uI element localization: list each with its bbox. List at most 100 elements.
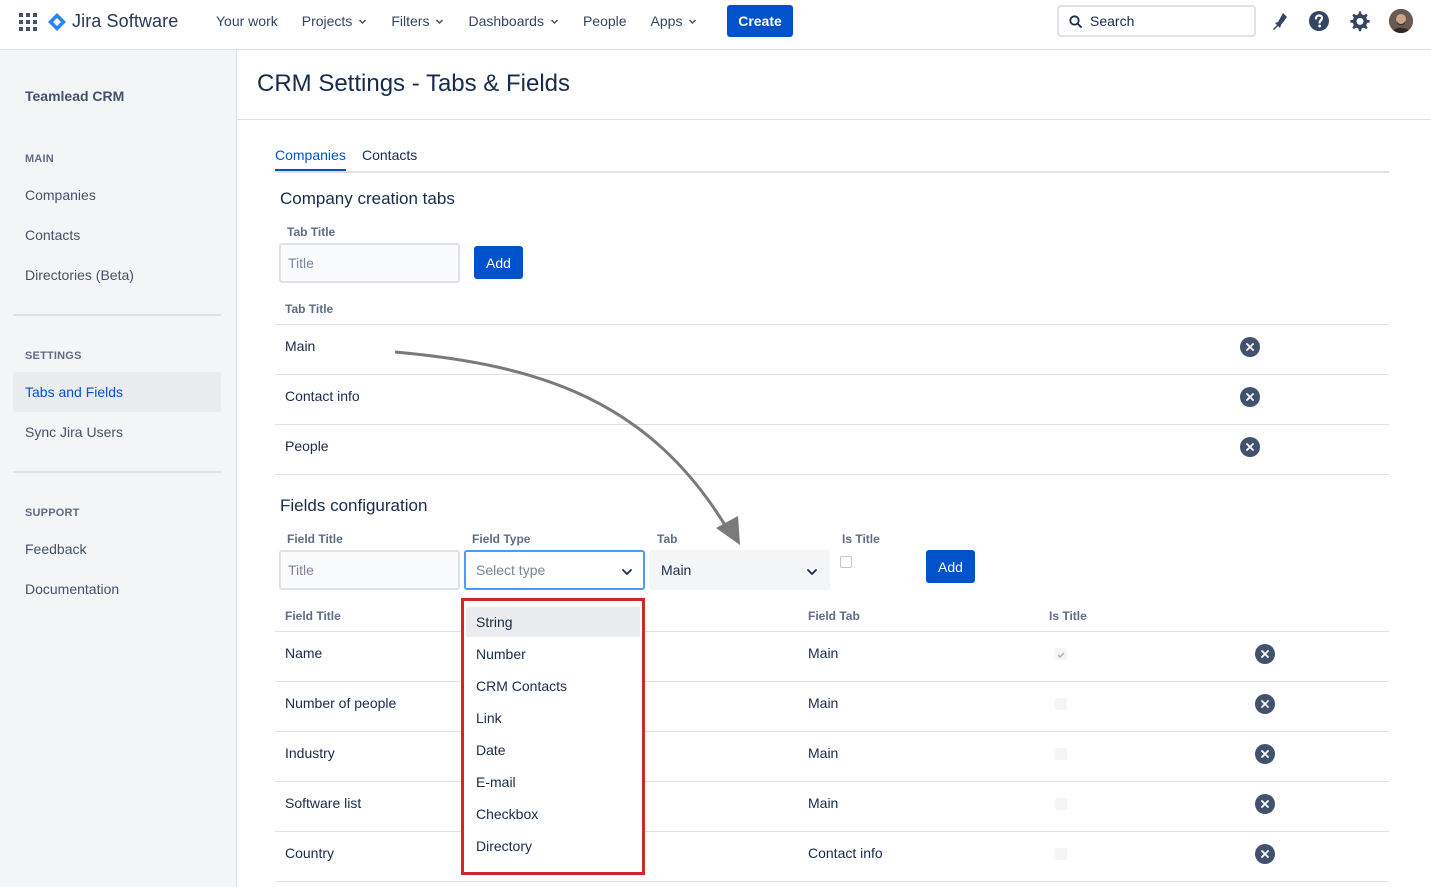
check-icon — [1057, 652, 1065, 658]
field-type-option[interactable]: E-mail — [466, 767, 640, 797]
field-type-value: Select type — [476, 562, 546, 578]
fields-section-title: Fields configuration — [280, 496, 428, 515]
remove-tab-button[interactable] — [1240, 437, 1260, 457]
sidebar-item-sync-jira-users[interactable]: Sync Jira Users — [13, 412, 221, 452]
field-row-is-title-checkbox[interactable] — [1055, 648, 1067, 660]
close-icon — [1246, 443, 1254, 451]
app-switcher-icon[interactable] — [19, 13, 37, 31]
entity-tabs: Companies Contacts — [275, 147, 1389, 173]
field-type-dropdown: String Number CRM Contacts Link Date E-mail Ch… — [461, 598, 645, 875]
chevron-down-icon — [436, 18, 444, 24]
nav-item-people[interactable]: People — [571, 0, 639, 42]
field-row-tab: Main — [808, 695, 839, 711]
row-divider — [275, 681, 1389, 682]
field-type-option[interactable]: String — [466, 607, 640, 637]
field-type-option[interactable]: Link — [466, 703, 640, 733]
chevron-down-icon — [622, 569, 632, 575]
row-divider — [275, 781, 1389, 782]
field-type-option[interactable]: Checkbox — [466, 799, 640, 829]
nav-item-your-work[interactable]: Your work — [204, 0, 290, 42]
tab-contacts[interactable]: Contacts — [362, 147, 417, 169]
jira-logo[interactable]: Jira Software — [48, 11, 178, 32]
field-title-label: Field Title — [287, 532, 343, 546]
sidebar-item-contacts[interactable]: Contacts — [13, 215, 221, 255]
top-navigation: Jira Software Your work Projects Filters Da… — [0, 0, 1431, 50]
sidebar-divider — [13, 314, 221, 316]
sidebar: Teamlead CRM MAIN Companies Contacts Dir… — [0, 50, 237, 887]
close-icon — [1261, 700, 1269, 708]
add-field-button[interactable]: Add — [926, 550, 975, 583]
field-row-is-title-checkbox[interactable] — [1055, 698, 1067, 710]
field-title-input[interactable] — [279, 550, 460, 590]
remove-field-button[interactable] — [1255, 694, 1275, 714]
is-title-checkbox[interactable] — [840, 556, 852, 568]
close-icon — [1261, 650, 1269, 658]
chevron-down-icon — [359, 18, 367, 24]
field-type-option[interactable]: Date — [466, 735, 640, 765]
create-button[interactable]: Create — [727, 5, 793, 37]
sidebar-item-directories[interactable]: Directories (Beta) — [13, 255, 221, 295]
nav-item-filters[interactable]: Filters — [379, 0, 456, 42]
remove-field-button[interactable] — [1255, 794, 1275, 814]
nav-item-projects[interactable]: Projects — [290, 0, 380, 42]
row-divider — [275, 831, 1389, 832]
nav-item-label: Projects — [301, 13, 353, 29]
field-type-option[interactable]: Directory — [466, 831, 640, 861]
field-row-is-title-checkbox[interactable] — [1055, 798, 1067, 810]
field-title-header: Field Title — [285, 609, 341, 623]
remove-field-button[interactable] — [1255, 744, 1275, 764]
notifications-icon[interactable] — [1267, 9, 1291, 33]
sidebar-title: Teamlead CRM — [25, 88, 125, 104]
chevron-down-icon — [807, 569, 817, 575]
field-row-title: Number of people — [285, 695, 397, 711]
nav-item-apps[interactable]: Apps — [639, 0, 710, 42]
nav-item-dashboards[interactable]: Dashboards — [456, 0, 571, 42]
close-icon — [1246, 393, 1254, 401]
row-divider — [275, 324, 1389, 325]
field-type-option[interactable]: CRM Contacts — [466, 671, 640, 701]
field-row-tab: Main — [808, 645, 839, 661]
field-row-title: Name — [285, 645, 323, 661]
field-type-option[interactable]: Number — [466, 639, 640, 669]
row-divider — [275, 474, 1389, 475]
tab-label: Tab — [657, 532, 678, 546]
remove-field-button[interactable] — [1255, 844, 1275, 864]
nav-item-label: Your work — [216, 13, 278, 29]
is-title-header: Is Title — [1049, 609, 1087, 623]
field-row-is-title-checkbox[interactable] — [1055, 748, 1067, 760]
search-box[interactable] — [1057, 5, 1256, 37]
product-name: Jira Software — [72, 11, 179, 31]
title-divider — [237, 119, 1431, 120]
field-type-select[interactable]: Select type — [464, 550, 645, 590]
page-title: CRM Settings - Tabs & Fields — [257, 70, 570, 97]
tab-row-title: People — [285, 438, 329, 454]
remove-tab-button[interactable] — [1240, 337, 1260, 357]
help-icon[interactable] — [1307, 9, 1331, 33]
tab-companies[interactable]: Companies — [275, 147, 346, 171]
sidebar-item-tabs-and-fields[interactable]: Tabs and Fields — [13, 372, 221, 412]
remove-field-button[interactable] — [1255, 644, 1275, 664]
add-tab-button[interactable]: Add — [474, 246, 523, 279]
close-icon — [1261, 800, 1269, 808]
tab-title-input[interactable] — [279, 243, 460, 283]
row-divider — [275, 631, 1389, 632]
remove-tab-button[interactable] — [1240, 387, 1260, 407]
field-row-is-title-checkbox[interactable] — [1055, 848, 1067, 860]
sidebar-item-documentation[interactable]: Documentation — [13, 569, 221, 609]
tab-select[interactable]: Main — [649, 550, 830, 590]
search-icon — [1069, 14, 1082, 28]
user-avatar-icon — [1389, 9, 1413, 33]
field-row-tab: Main — [808, 745, 839, 761]
tab-row-title: Main — [285, 338, 316, 354]
search-input[interactable] — [1090, 13, 1240, 29]
chevron-down-icon — [689, 18, 697, 24]
close-icon — [1261, 750, 1269, 758]
sidebar-item-feedback[interactable]: Feedback — [13, 529, 221, 569]
is-title-label: Is Title — [842, 532, 880, 546]
field-tab-header: Field Tab — [808, 609, 860, 623]
avatar[interactable] — [1389, 9, 1413, 33]
row-divider — [275, 731, 1389, 732]
field-row-title: Software list — [285, 795, 362, 811]
settings-icon[interactable] — [1347, 9, 1371, 33]
sidebar-item-companies[interactable]: Companies — [13, 175, 221, 215]
